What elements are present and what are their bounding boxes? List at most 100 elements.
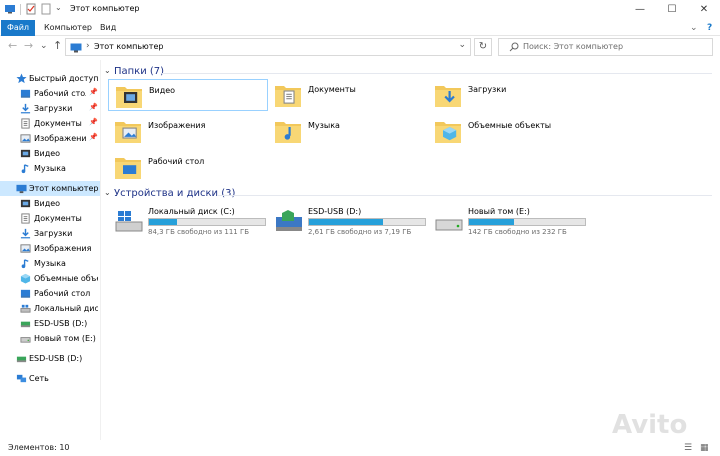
sidebar-item-qa-0[interactable]: Рабочий стол 📌 [0, 86, 100, 101]
sidebar-item-network[interactable]: Сеть [0, 371, 100, 386]
drive-usage-bar [468, 218, 586, 226]
sidebar-item-pc-7[interactable]: Локальный диск (C:) [0, 301, 100, 316]
sidebar-item-qa-4[interactable]: Видео [0, 146, 100, 161]
sidebar-item-label: ESD-USB (D:) [34, 319, 88, 328]
details-view-icon[interactable]: ☰ [684, 443, 692, 453]
sidebar-item-this-pc[interactable]: Этот компьютер [0, 181, 100, 196]
folder-item[interactable]: Музыка [268, 115, 428, 147]
minimize-button[interactable]: — [625, 1, 655, 18]
quick-access-toolbar-dropdown-icon[interactable]: ⌄ [55, 3, 62, 12]
group-divider [162, 73, 712, 74]
pane-divider[interactable] [100, 60, 101, 440]
close-button[interactable]: ✕ [689, 1, 719, 18]
pin-icon[interactable]: 📌 [89, 88, 98, 96]
pictures-icon [20, 133, 31, 144]
sidebar-item-quick-access[interactable]: Быстрый доступ [0, 71, 100, 86]
refresh-button[interactable]: ↻ [474, 38, 492, 56]
local-disk-icon [114, 209, 144, 235]
sidebar-item-qa-3[interactable]: Изображения 📌 [0, 131, 100, 146]
sidebar-item-qa-2[interactable]: Документы 📌 [0, 116, 100, 131]
properties-icon[interactable] [25, 3, 37, 15]
folder-item[interactable]: Изображения [108, 115, 268, 147]
breadcrumb-chevron-icon[interactable]: › [86, 41, 90, 51]
star-icon [16, 73, 27, 84]
new-folder-icon[interactable] [40, 3, 52, 15]
tiles-view-icon[interactable]: ▦ [700, 443, 709, 453]
tab-view[interactable]: Вид [100, 20, 116, 36]
pin-icon[interactable]: 📌 [89, 103, 98, 111]
pin-icon[interactable]: 📌 [89, 118, 98, 126]
folder-name: Рабочий стол [148, 157, 205, 166]
search-placeholder: Поиск: Этот компьютер [523, 42, 624, 51]
sidebar-item-pc-8[interactable]: ESD-USB (D:) [0, 316, 100, 331]
navigation-bar: ← → ⌄ ↑ › Этот компьютер ⌄ ↻ Поиск: Этот… [0, 36, 720, 58]
maximize-button[interactable]: ☐ [657, 1, 687, 18]
sidebar-item-pc-6[interactable]: Рабочий стол [0, 286, 100, 301]
drive-item[interactable]: ESD-USB (D:) 2,61 ГБ свободно из 7,19 ГБ [268, 205, 428, 237]
sidebar-item-pc-4[interactable]: Музыка [0, 256, 100, 271]
navigation-pane: Быстрый доступ Рабочий стол 📌 Загрузки 📌 Док… [0, 66, 100, 440]
back-button[interactable]: ← [8, 39, 17, 53]
downloads-icon [20, 103, 31, 114]
search-input[interactable]: Поиск: Этот компьютер [498, 38, 713, 56]
folder-video-icon [115, 82, 145, 110]
sidebar-item-pc-5[interactable]: Объемные объекты [0, 271, 100, 286]
sidebar-item-usb[interactable]: ESD-USB (D:) [0, 351, 100, 366]
this-pc-icon[interactable] [4, 3, 16, 15]
music-icon [20, 163, 31, 174]
ribbon-expand-icon[interactable]: ⌄ [690, 23, 698, 33]
drive-name: Локальный диск (C:) [148, 207, 235, 216]
drive-name: Новый том (E:) [468, 207, 530, 216]
recent-locations-icon[interactable]: ⌄ [40, 39, 48, 53]
forward-button[interactable]: → [24, 39, 33, 53]
folder-item[interactable]: Документы [268, 79, 428, 111]
sidebar-item-pc-1[interactable]: Документы [0, 211, 100, 226]
sidebar-item-pc-2[interactable]: Загрузки [0, 226, 100, 241]
tab-computer[interactable]: Компьютер [44, 20, 92, 36]
this-pc-icon [16, 184, 27, 194]
window-title: Этот компьютер [70, 4, 140, 13]
drive-item[interactable]: Новый том (E:) 142 ГБ свободно из 232 ГБ [428, 205, 588, 237]
help-icon[interactable]: ? [707, 23, 712, 33]
address-dropdown-icon[interactable]: ⌄ [458, 40, 466, 50]
sidebar-item-qa-1[interactable]: Загрузки 📌 [0, 101, 100, 116]
sidebar-item-pc-9[interactable]: Новый том (E:) [0, 331, 100, 346]
sidebar-item-label: Изображения [34, 134, 86, 143]
drive-usage-bar [148, 218, 266, 226]
drive-item[interactable]: Локальный диск (C:) 84,3 ГБ свободно из 1… [108, 205, 268, 237]
folder-item[interactable]: Видео [108, 79, 268, 111]
music-icon [20, 258, 31, 269]
sidebar-item-pc-0[interactable]: Видео [0, 196, 100, 211]
drive-usage-bar [308, 218, 426, 226]
folder-item[interactable]: Рабочий стол [108, 151, 268, 183]
sidebar-item-pc-3[interactable]: Изображения [0, 241, 100, 256]
collapse-chevron-icon[interactable]: ⌄ [104, 66, 111, 75]
this-pc-icon [70, 43, 82, 53]
pictures-icon [20, 243, 31, 254]
address-bar[interactable]: › Этот компьютер ⌄ [65, 38, 471, 56]
drive-usage-fill [149, 219, 177, 225]
sidebar-item-label: ESD-USB (D:) [29, 354, 83, 363]
collapse-chevron-icon[interactable]: ⌄ [104, 188, 111, 197]
pin-icon[interactable]: 📌 [89, 133, 98, 141]
breadcrumb[interactable]: Этот компьютер [94, 42, 163, 51]
video-icon [20, 198, 31, 209]
tab-file[interactable]: Файл [1, 20, 35, 36]
folder-item[interactable]: Объемные объекты [428, 115, 588, 147]
folder-documents-icon [274, 81, 304, 109]
sidebar-item-label: Объемные объекты [34, 274, 98, 283]
folder-item[interactable]: Загрузки [428, 79, 588, 111]
up-button[interactable]: ↑ [53, 39, 62, 53]
local-disk-icon [20, 303, 31, 314]
title-separator [20, 4, 21, 15]
sidebar-item-label: Документы [34, 214, 82, 223]
drive-usage-fill [469, 219, 515, 225]
group-title: Папки (7) [114, 66, 165, 77]
status-bar: Элементов: 10 [8, 443, 70, 452]
hdd-icon [434, 209, 464, 235]
drive-name: ESD-USB (D:) [308, 207, 362, 216]
sidebar-item-qa-5[interactable]: Музыка [0, 161, 100, 176]
sidebar-item-label: Видео [34, 149, 61, 158]
3d-objects-icon [20, 273, 31, 284]
sidebar-item-label: Локальный диск (C:) [34, 304, 98, 313]
